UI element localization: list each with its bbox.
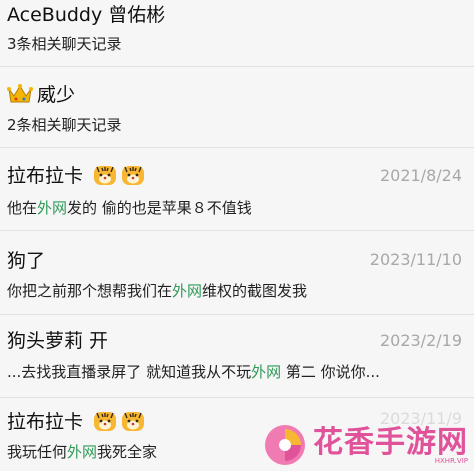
keyword-highlight: 外网 — [67, 443, 98, 461]
crown-icon — [7, 83, 33, 105]
contact-name: 狗了 — [7, 250, 46, 272]
contact-name-line: 威少 — [7, 83, 75, 107]
result-row[interactable]: 狗头萝莉 开 2023/2/19 ...去找我直播录屏了 就知道我从不玩外网 第… — [0, 315, 474, 398]
watermark-logo: 花香手游网 HXHR.VIP — [263, 423, 468, 467]
message-snippet: ...去找我直播录屏了 就知道我从不玩外网 第二 你说你... — [7, 363, 380, 381]
result-row[interactable]: 威少 2条相关聊天记录 — [0, 67, 474, 148]
message-date: 2023/2/19 — [379, 331, 462, 350]
contact-name: AceBuddy 曾佑彬 — [7, 4, 166, 26]
tiger-face-icon — [121, 410, 145, 432]
contact-name: 拉布拉卡 — [7, 411, 84, 433]
message-snippet: 他在外网发的 偷的也是苹果８不值钱 — [7, 199, 252, 217]
contact-name: 拉布拉卡 — [7, 165, 84, 187]
result-row[interactable]: AceBuddy 曾佑彬 3条相关聊天记录 — [0, 0, 474, 67]
keyword-highlight: 外网 — [37, 199, 68, 217]
contact-name-line: 拉布拉卡 — [7, 410, 145, 434]
result-summary: 2条相关聊天记录 — [7, 116, 122, 134]
message-date: 2023/11/10 — [369, 250, 462, 269]
tiger-face-icon — [93, 410, 117, 432]
result-row[interactable]: 狗了 2023/11/10 你把之前那个想帮我们在外网维权的截图发我 — [0, 231, 474, 315]
search-results-list: AceBuddy 曾佑彬 3条相关聊天记录 威少 2条相关聊天记录 拉布拉卡 2… — [0, 0, 474, 471]
keyword-highlight: 外网 — [251, 363, 282, 381]
contact-name: 威少 — [37, 84, 76, 106]
tiger-face-icon — [93, 164, 117, 186]
message-snippet: 你把之前那个想帮我们在外网维权的截图发我 — [7, 282, 308, 300]
contact-name-line: 拉布拉卡 — [7, 164, 145, 188]
flower-logo-icon — [265, 425, 305, 465]
message-snippet: 我玩任何外网我死全家 — [7, 443, 158, 461]
keyword-highlight: 外网 — [172, 282, 203, 300]
result-summary: 3条相关聊天记录 — [7, 35, 122, 53]
contact-name: 狗头萝莉 开 — [7, 330, 109, 352]
result-row[interactable]: 拉布拉卡 2021/8/24 他在外网发的 偷的也是苹果８不值钱 — [0, 148, 474, 231]
tiger-face-icon — [121, 164, 145, 186]
message-date: 2021/8/24 — [379, 166, 462, 185]
watermark-text: 花香手游网 — [313, 425, 468, 460]
